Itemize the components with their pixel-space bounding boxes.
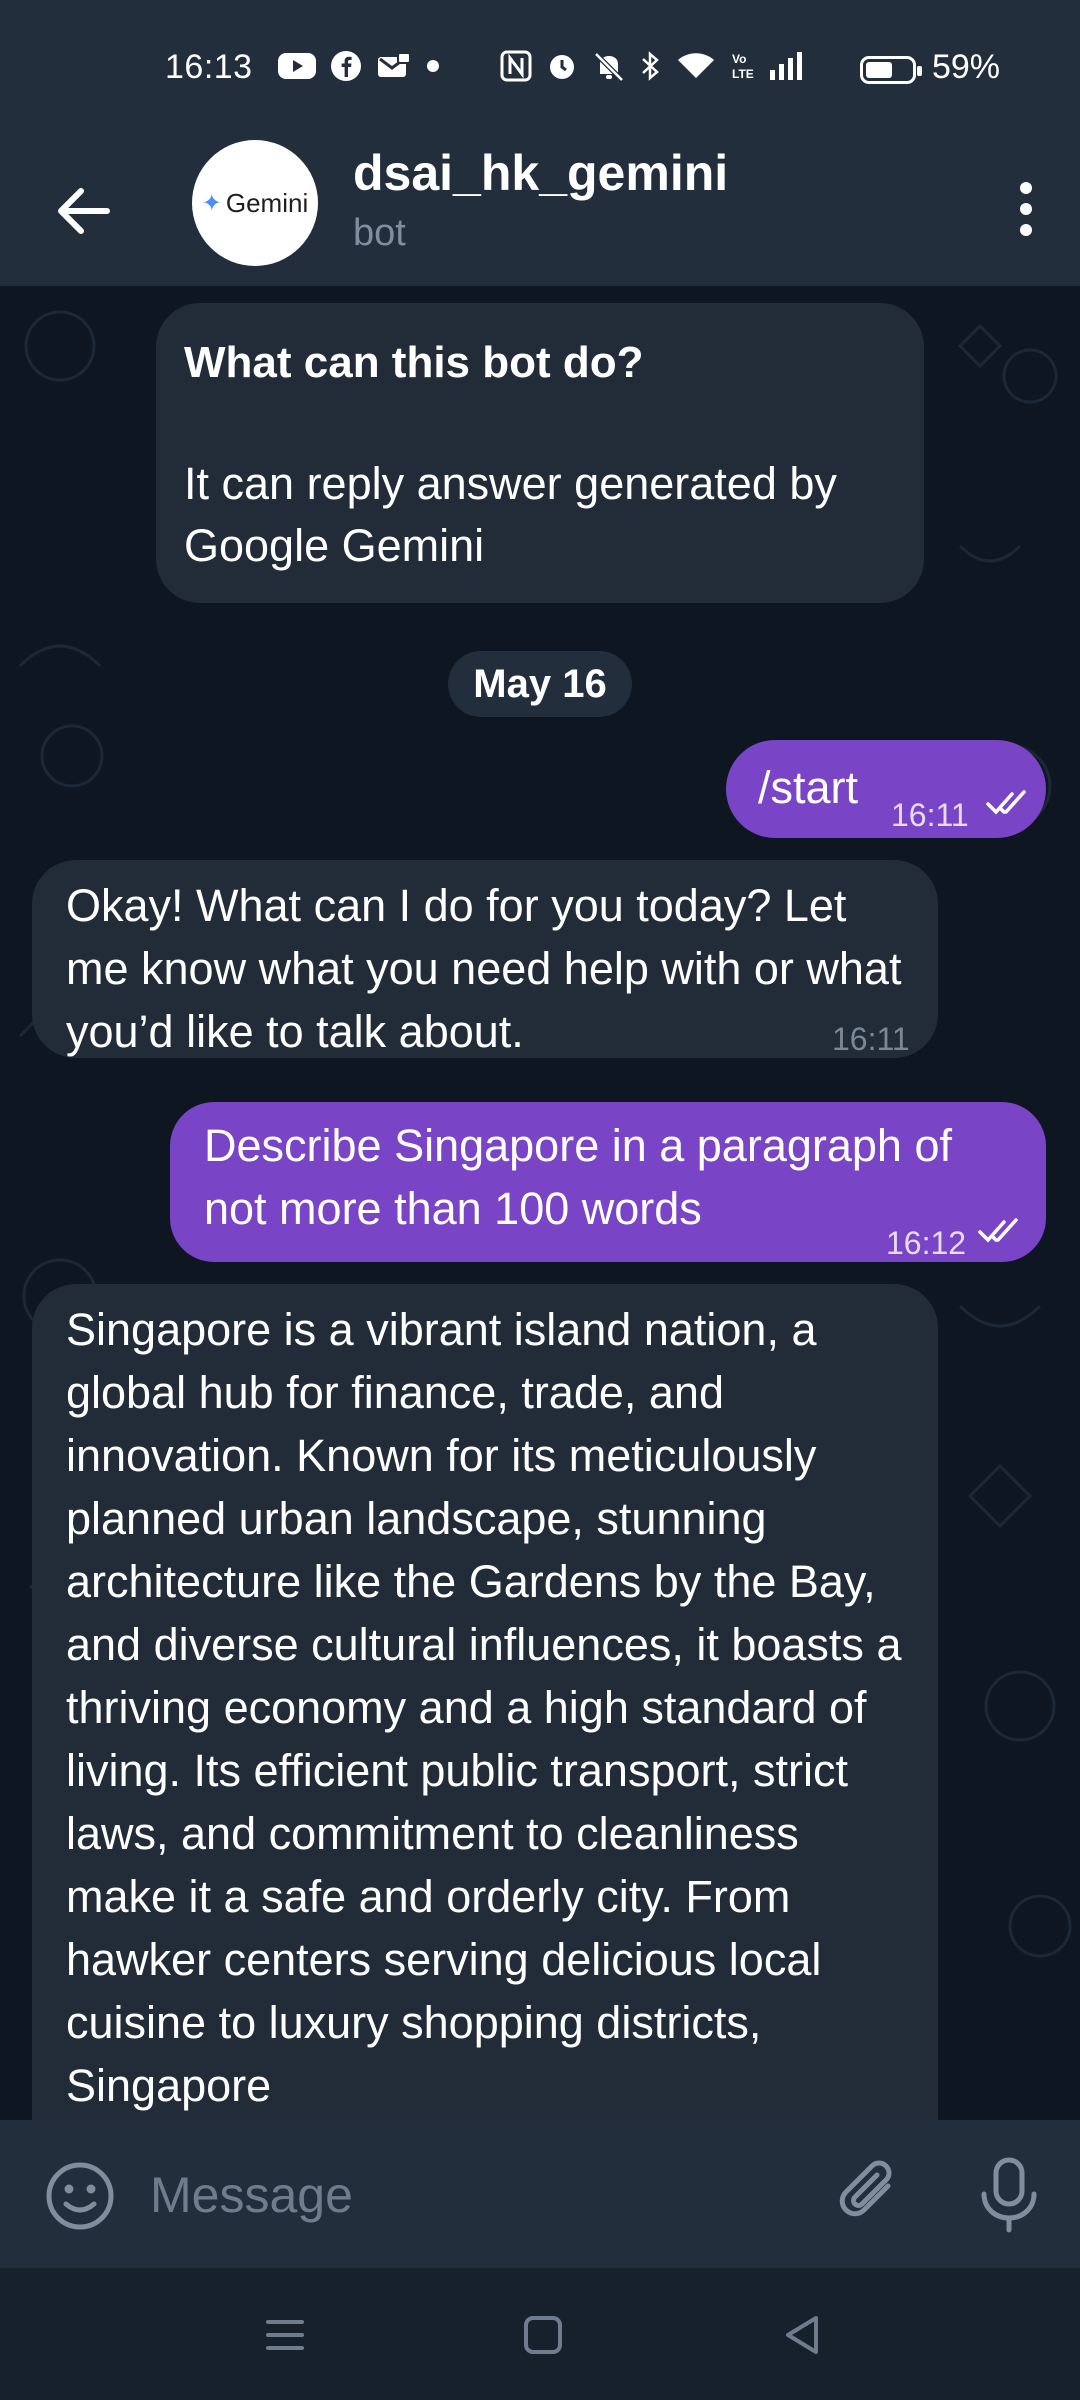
back-nav-icon[interactable]: [776, 2308, 830, 2362]
message-bubble-incoming[interactable]: Singapore is a vibrant island nation, a …: [32, 1284, 938, 2120]
status-time: 16:13: [165, 48, 253, 86]
more-vert-icon: [1020, 182, 1032, 194]
mute-icon: [594, 52, 624, 82]
message-text: Okay! What can I do for you today? Let m…: [66, 880, 902, 1057]
svg-text:LTE: LTE: [732, 67, 754, 81]
system-navigation-bar: [0, 2268, 1080, 2400]
chat-title[interactable]: dsai_hk_gemini: [353, 144, 728, 202]
signal-icon: [770, 52, 802, 80]
message-bubble-incoming[interactable]: Okay! What can I do for you today? Let m…: [32, 860, 938, 1058]
bot-info-body: It can reply answer generated by Google …: [184, 458, 837, 571]
bot-info-card: What can this bot do? It can reply answe…: [156, 303, 924, 603]
back-button[interactable]: [48, 176, 118, 246]
avatar[interactable]: ✦ Gemini: [192, 140, 318, 266]
notification-icons: [278, 50, 440, 82]
home-icon[interactable]: [516, 2308, 570, 2362]
chat-subtitle: bot: [353, 212, 406, 254]
chat-header: ✦ Gemini dsai_hk_gemini bot: [0, 140, 1080, 286]
attach-icon[interactable]: [832, 2156, 910, 2234]
battery-icon: [860, 56, 922, 84]
nfc-icon: [500, 50, 532, 82]
date-separator: May 16: [448, 651, 632, 717]
message-time: 16:11: [832, 1021, 910, 1057]
message-input[interactable]: [148, 2154, 792, 2236]
volte-icon: VoLTE: [732, 52, 754, 81]
message-text: Singapore is a vibrant island nation, a …: [66, 1304, 902, 2111]
gemini-sparkle-icon: ✦: [201, 189, 222, 217]
message-bubble-outgoing[interactable]: Describe Singapore in a paragraph of not…: [170, 1102, 1046, 1262]
message-time: 16:11: [891, 797, 969, 833]
message-text: /start: [758, 762, 859, 813]
bot-info-title: What can this bot do?: [184, 338, 644, 387]
message-time: 16:12: [886, 1225, 967, 1261]
more-options-button[interactable]: [996, 164, 1056, 254]
message-bubble-outgoing[interactable]: /start 16:11: [726, 740, 1046, 838]
wifi-icon: [678, 53, 714, 78]
mail-icon: [378, 52, 411, 77]
alarm-icon: [550, 55, 574, 79]
avatar-text: Gemini: [225, 187, 309, 218]
message-composer: [0, 2120, 1080, 2268]
arrow-left-icon: [58, 188, 110, 234]
message-text: Describe Singapore in a paragraph of not…: [204, 1120, 952, 1234]
recent-apps-icon[interactable]: [258, 2308, 312, 2362]
double-check-icon: [978, 1218, 1018, 1243]
status-bar: 16:13 Vo LTE 59%: [0, 0, 1080, 140]
svg-text:Vo: Vo: [732, 52, 746, 66]
dot-icon: [427, 60, 439, 72]
emoji-icon[interactable]: [44, 2160, 116, 2232]
double-check-icon: [986, 790, 1026, 815]
youtube-icon: [278, 53, 316, 79]
battery-percent: 59%: [931, 48, 1000, 86]
bluetooth-icon: [642, 51, 659, 81]
facebook-icon: [331, 51, 361, 81]
microphone-icon[interactable]: [972, 2154, 1046, 2234]
system-icons: Vo LTE: [500, 50, 804, 82]
chat-messages[interactable]: What can this bot do? It can reply answe…: [0, 286, 1080, 2120]
